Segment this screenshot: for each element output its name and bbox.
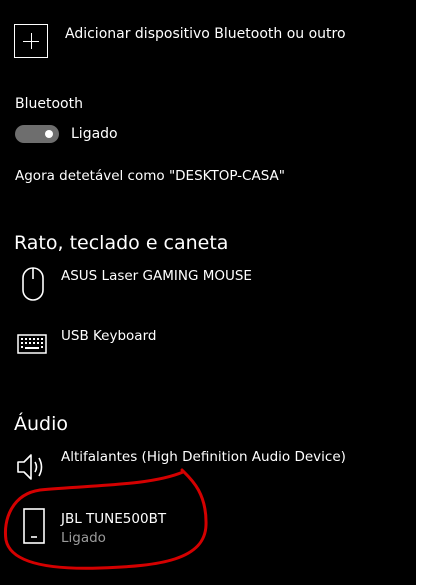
toggle-knob bbox=[45, 130, 53, 138]
device-name-keyboard[interactable]: USB Keyboard bbox=[61, 328, 156, 344]
mouse-icon bbox=[21, 266, 45, 302]
add-device-label[interactable]: Adicionar dispositivo Bluetooth ou outro bbox=[65, 26, 346, 42]
keyboard-icon bbox=[17, 334, 47, 354]
speaker-icon bbox=[16, 452, 48, 482]
annotation-circle bbox=[3, 468, 208, 570]
bluetooth-title: Bluetooth bbox=[15, 96, 83, 112]
window-edge bbox=[416, 0, 424, 585]
bluetooth-toggle-label: Ligado bbox=[71, 126, 118, 142]
device-name-speakers[interactable]: Altifalantes (High Definition Audio Devi… bbox=[61, 449, 346, 465]
device-name-jbl[interactable]: JBL TUNE500BT bbox=[61, 511, 166, 527]
device-name-mouse[interactable]: ASUS Laser GAMING MOUSE bbox=[61, 268, 252, 284]
phone-device-icon bbox=[23, 508, 45, 544]
bluetooth-toggle[interactable] bbox=[15, 125, 59, 143]
add-device-button[interactable] bbox=[14, 24, 48, 58]
discoverable-text: Agora detetável como "DESKTOP-CASA" bbox=[15, 168, 285, 184]
section-title-mouse-keyboard-pen: Rato, teclado e caneta bbox=[14, 232, 229, 254]
section-title-audio: Áudio bbox=[14, 413, 69, 435]
device-status-jbl: Ligado bbox=[61, 530, 106, 546]
